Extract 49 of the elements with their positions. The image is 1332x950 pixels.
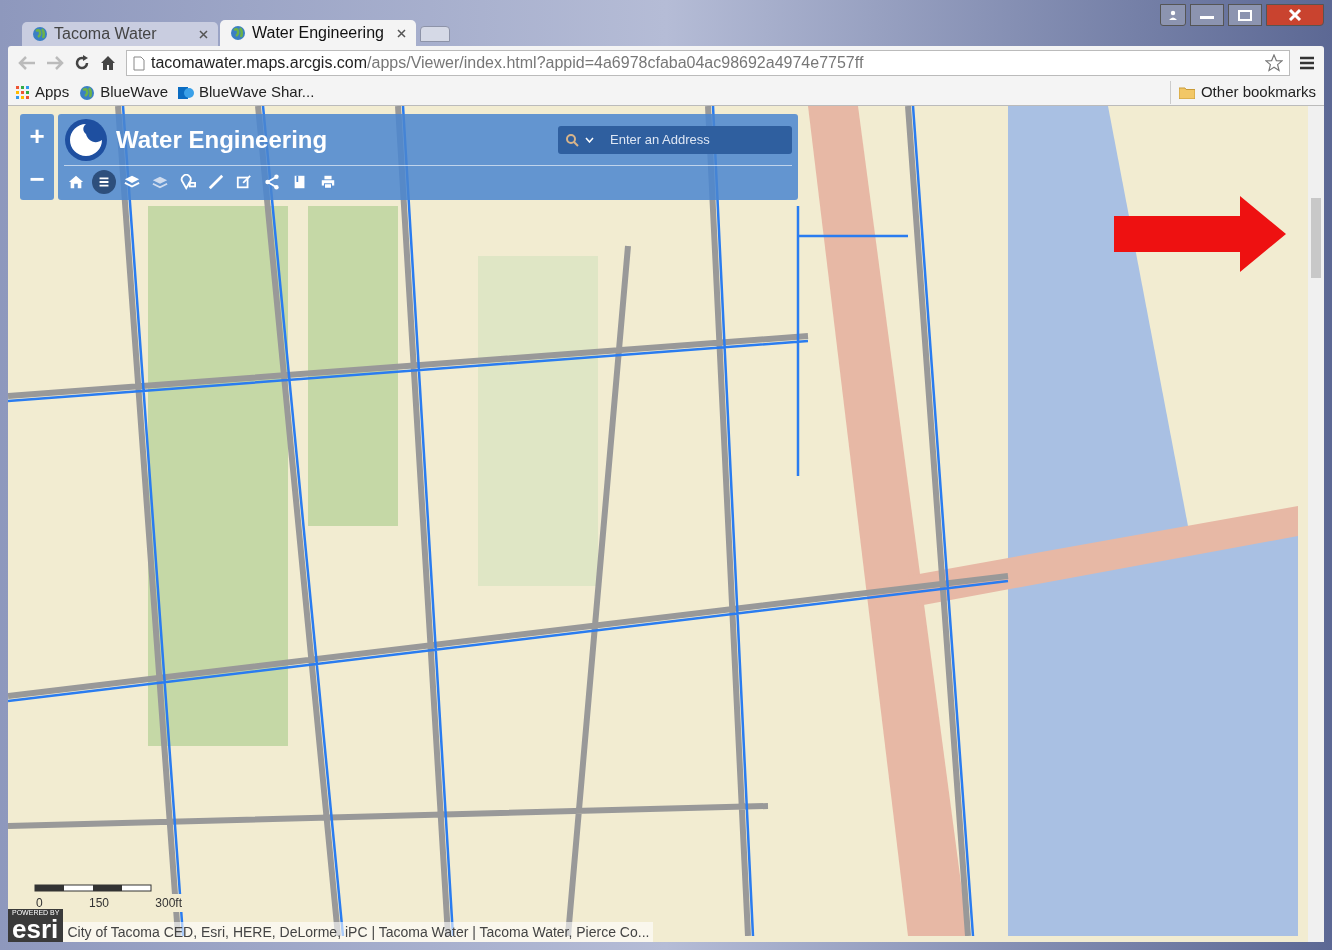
bookmark-link[interactable]: BlueWave Shar...: [199, 81, 315, 104]
home-icon[interactable]: [100, 55, 116, 71]
globe-icon: [230, 25, 246, 41]
star-icon[interactable]: [1265, 54, 1283, 72]
scrollbar[interactable]: [1308, 106, 1324, 942]
address-search-field[interactable]: Enter an Address: [558, 125, 792, 154]
folder-icon: [1178, 86, 1195, 99]
sharepoint-icon: [178, 84, 194, 101]
maximize-icon: [1238, 9, 1252, 21]
close-icon: [397, 28, 406, 38]
new-tab-button[interactable]: [420, 26, 450, 42]
search-icon: [566, 133, 579, 147]
globe-icon: [79, 84, 96, 101]
close-icon: [1288, 9, 1302, 21]
address-bar[interactable]: tacomawater.maps.arcgis.com/apps/Viewer/index.html?appid=4a6978cfaba04ac98692a4974e7757ff: [126, 50, 1290, 76]
scale-label: 300ft: [155, 895, 182, 912]
app-logo-icon: [64, 117, 108, 162]
minimize-button[interactable]: [1190, 4, 1224, 26]
browser-tab[interactable]: Water Engineering: [220, 20, 416, 46]
layers-icon: [124, 174, 140, 190]
home-icon: [68, 174, 84, 190]
stacked-layers-icon: [152, 174, 168, 190]
browser-tab[interactable]: Tacoma Water: [22, 22, 218, 46]
caret-icon: [585, 137, 594, 143]
close-icon: [199, 29, 208, 39]
bookmark-link[interactable]: BlueWave: [100, 81, 168, 104]
share-icon: [264, 174, 280, 190]
pin-icon: [180, 174, 196, 190]
person-icon: [1168, 10, 1178, 20]
bookmark-link[interactable]: Other bookmarks: [1200, 81, 1316, 104]
scale-label: 150: [88, 895, 109, 912]
page-icon: [133, 55, 145, 71]
attribution-text: City of Tacoma CED, Esri, HERE, DeLorme, iPC | Tacoma Water | Tacoma Water, Pierce Co...: [63, 922, 654, 942]
profile-button[interactable]: [1160, 4, 1186, 26]
menu-icon[interactable]: [1300, 56, 1314, 70]
scale-label: 0: [36, 895, 43, 910]
printer-icon: [320, 174, 336, 190]
bookmark-link[interactable]: Apps: [35, 81, 70, 104]
minimize-icon: [1200, 16, 1214, 19]
apps-grid-icon: [16, 85, 30, 100]
tool-button[interactable]: [92, 170, 116, 194]
app-title: Water Engineering: [116, 124, 329, 155]
edit-icon: [236, 174, 252, 190]
close-button[interactable]: [1266, 4, 1324, 26]
reload-icon[interactable]: [74, 55, 90, 71]
maximize-button[interactable]: [1228, 4, 1262, 26]
url-text: tacomawater.maps.arcgis.com/apps/Viewer/index.html?appid=4a6978cfaba04ac98692a4974e7757ff: [151, 53, 865, 73]
ruler-icon: [208, 174, 224, 190]
globe-icon: [32, 26, 48, 42]
